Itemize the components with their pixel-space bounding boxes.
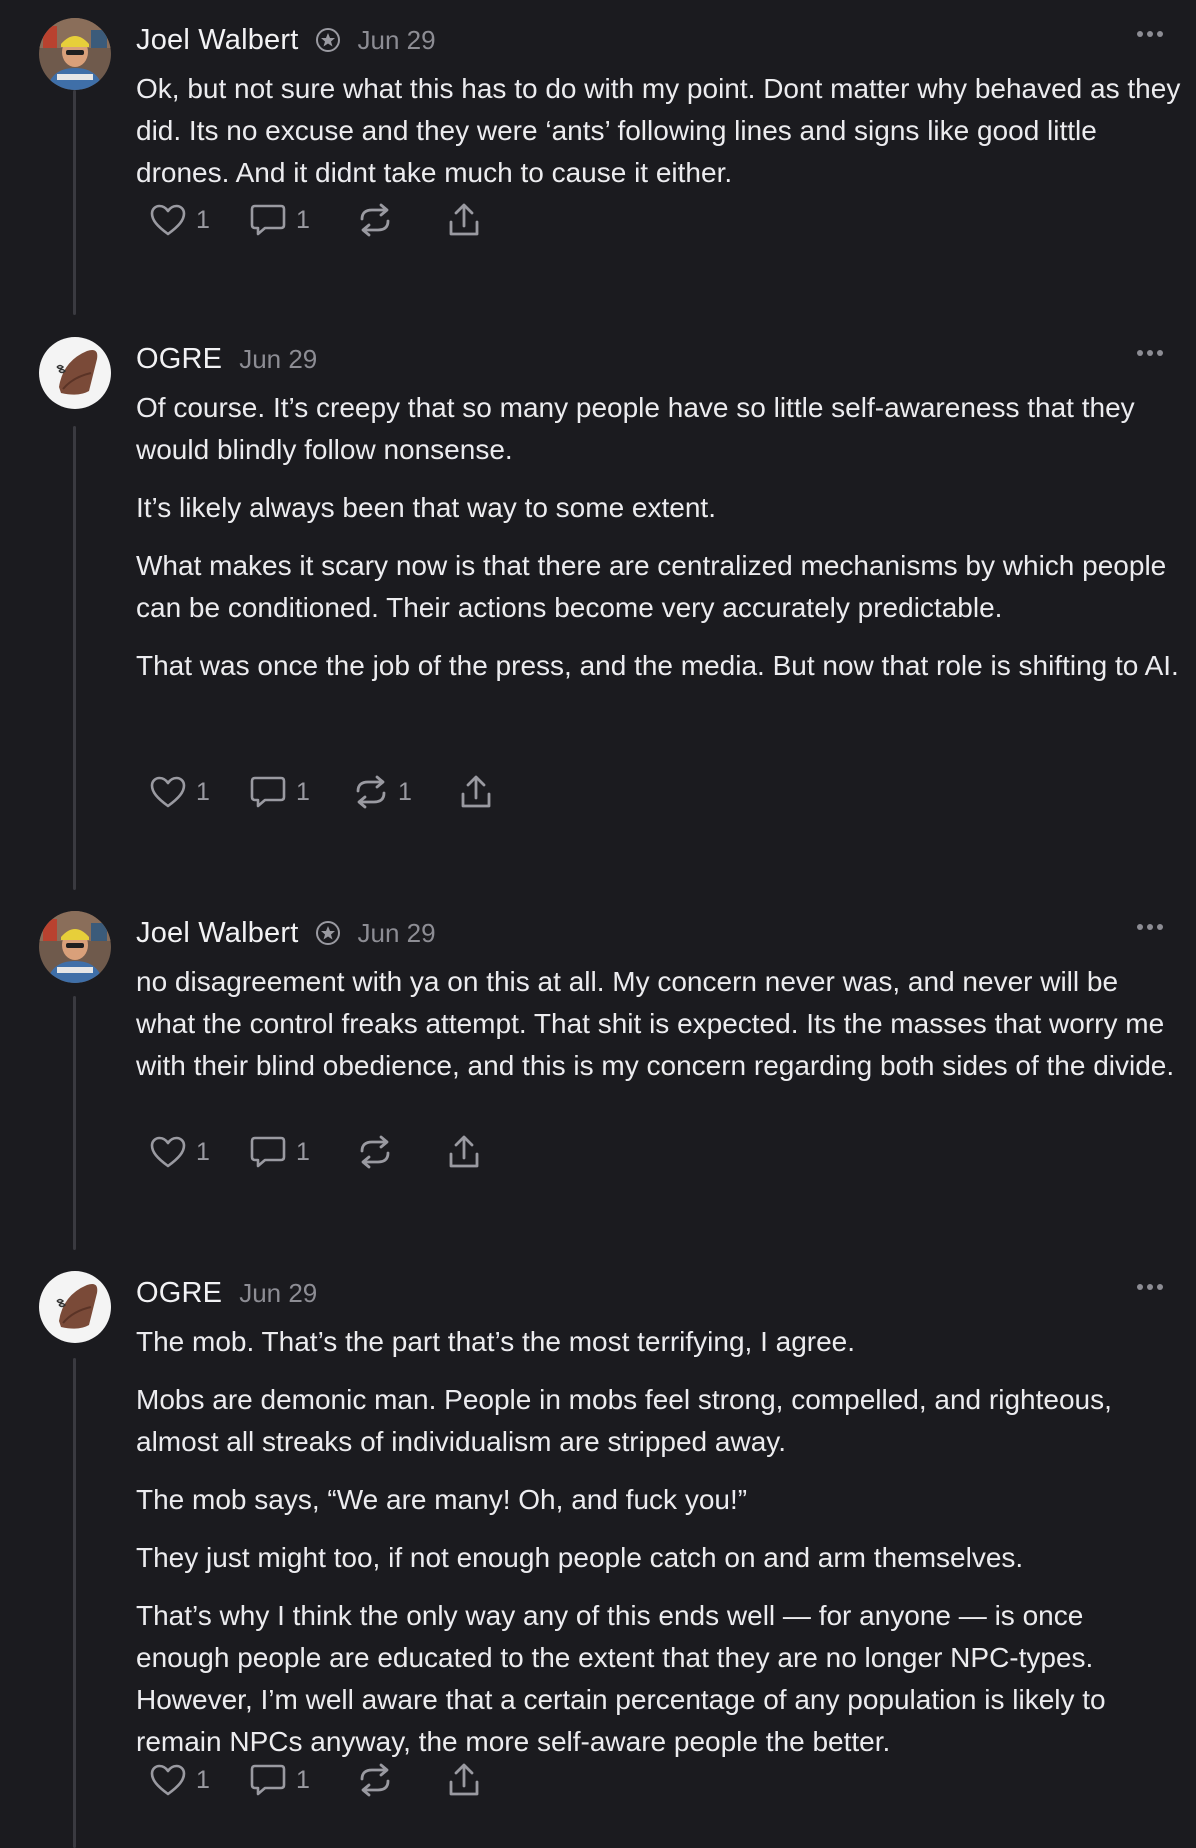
comment-paragraph: The mob says, “We are many! Oh, and fuck… (136, 1484, 748, 1515)
comment-paragraph: That’s why I think the only way any of t… (136, 1600, 1106, 1757)
share-icon (459, 774, 493, 810)
verified-badge-icon (315, 920, 341, 946)
like-button[interactable]: 1 (149, 1760, 249, 1800)
restack-count: 1 (398, 777, 412, 806)
comment-header: OGRE Jun 29 (136, 1271, 317, 1315)
like-count: 1 (196, 777, 210, 806)
comment-paragraph: They just might too, if not enough peopl… (136, 1542, 1024, 1573)
share-button[interactable] (447, 1760, 481, 1800)
more-options-button[interactable] (1134, 915, 1166, 939)
comment-actions: 1 1 (149, 200, 481, 240)
comment-paragraph: It’s likely always been that way to some… (136, 492, 716, 523)
restack-icon (353, 775, 389, 809)
reply-count: 1 (296, 1137, 310, 1166)
comment-paragraph: The mob. That’s the part that’s the most… (136, 1326, 856, 1357)
heart-icon (149, 1763, 187, 1797)
reply-count: 1 (296, 205, 310, 234)
share-button[interactable] (447, 200, 481, 240)
user-photo-avatar (39, 18, 111, 90)
restack-icon (357, 1135, 393, 1169)
verified-badge-icon (315, 27, 341, 53)
comment-date[interactable]: Jun 29 (358, 25, 436, 56)
reply-count: 1 (296, 777, 310, 806)
comment-bubble-icon (249, 774, 287, 810)
comment-body: Ok, but not sure what this has to do wit… (136, 68, 1181, 210)
more-options-icon (1134, 1284, 1166, 1303)
comment-bubble-icon (249, 1134, 287, 1170)
thread-line[interactable] (73, 90, 76, 315)
comment-header: Joel Walbert Jun 29 (136, 18, 436, 62)
share-icon (447, 1762, 481, 1798)
author-name[interactable]: Joel Walbert (136, 917, 299, 950)
comment-date[interactable]: Jun 29 (239, 1278, 317, 1309)
like-count: 1 (196, 1765, 210, 1794)
comment-actions: 1 1 1 (149, 772, 493, 812)
avatar[interactable] (39, 911, 111, 983)
avatar[interactable] (39, 18, 111, 90)
ogre-avatar (39, 337, 111, 409)
restack-icon (357, 203, 393, 237)
comment-thread: Joel Walbert Jun 29 Ok, but not sure wha… (0, 0, 1196, 1848)
heart-icon (149, 1135, 187, 1169)
comment: OGRE Jun 29 Of course. It’s creepy that s… (0, 337, 1196, 890)
author-name[interactable]: OGRE (136, 1277, 222, 1310)
comment-header: OGRE Jun 29 (136, 337, 317, 381)
comment-actions: 1 1 (149, 1132, 481, 1172)
share-icon (447, 1134, 481, 1170)
comment-paragraph: Ok, but not sure what this has to do wit… (136, 73, 1181, 188)
comment: Joel Walbert Jun 29 Ok, but not sure wha… (0, 18, 1196, 315)
comment-date[interactable]: Jun 29 (358, 918, 436, 949)
reply-count: 1 (296, 1765, 310, 1794)
comment-actions: 1 1 (149, 1760, 481, 1800)
comment-paragraph: That was once the job of the press, and … (136, 650, 1179, 681)
share-button[interactable] (459, 772, 493, 812)
comment-bubble-icon (249, 1762, 287, 1798)
comment-paragraph: What makes it scary now is that there ar… (136, 550, 1167, 623)
more-options-button[interactable] (1134, 1275, 1166, 1299)
user-photo-avatar (39, 911, 111, 983)
avatar[interactable] (39, 1271, 111, 1343)
comment: OGRE Jun 29 The mob. That’s the part that… (0, 1271, 1196, 1848)
thread-line[interactable] (73, 996, 76, 1250)
comment-date[interactable]: Jun 29 (239, 344, 317, 375)
restack-button[interactable] (357, 1760, 447, 1800)
comment-paragraph: Mobs are demonic man. People in mobs fee… (136, 1384, 1112, 1457)
comment-header: Joel Walbert Jun 29 (136, 911, 436, 955)
comment-body: Of course. It’s creepy that so many peop… (136, 387, 1181, 703)
reply-button[interactable]: 1 (249, 1132, 357, 1172)
share-button[interactable] (447, 1132, 481, 1172)
comment-body: no disagreement with ya on this at all. … (136, 961, 1181, 1103)
thread-line[interactable] (73, 426, 76, 890)
thread-line[interactable] (73, 1358, 76, 1848)
avatar[interactable] (39, 337, 111, 409)
like-button[interactable]: 1 (149, 1132, 249, 1172)
like-button[interactable]: 1 (149, 200, 249, 240)
comment-body: The mob. That’s the part that’s the most… (136, 1321, 1181, 1779)
ogre-avatar (39, 1271, 111, 1343)
restack-button[interactable]: 1 (353, 772, 459, 812)
comment-paragraph: no disagreement with ya on this at all. … (136, 966, 1175, 1081)
like-button[interactable]: 1 (149, 772, 249, 812)
reply-button[interactable]: 1 (249, 1760, 357, 1800)
more-options-button[interactable] (1134, 341, 1166, 365)
reply-button[interactable]: 1 (249, 200, 357, 240)
heart-icon (149, 203, 187, 237)
more-options-icon (1134, 924, 1166, 943)
more-options-icon (1134, 31, 1166, 50)
comment-paragraph: Of course. It’s creepy that so many peop… (136, 392, 1135, 465)
share-icon (447, 202, 481, 238)
more-options-button[interactable] (1134, 22, 1166, 46)
reply-button[interactable]: 1 (249, 772, 353, 812)
like-count: 1 (196, 205, 210, 234)
comment: Joel Walbert Jun 29 no disagreement with… (0, 911, 1196, 1250)
heart-icon (149, 775, 187, 809)
restack-button[interactable] (357, 1132, 447, 1172)
more-options-icon (1134, 350, 1166, 369)
restack-button[interactable] (357, 200, 447, 240)
restack-icon (357, 1763, 393, 1797)
comment-bubble-icon (249, 202, 287, 238)
author-name[interactable]: OGRE (136, 343, 222, 376)
author-name[interactable]: Joel Walbert (136, 24, 299, 57)
like-count: 1 (196, 1137, 210, 1166)
